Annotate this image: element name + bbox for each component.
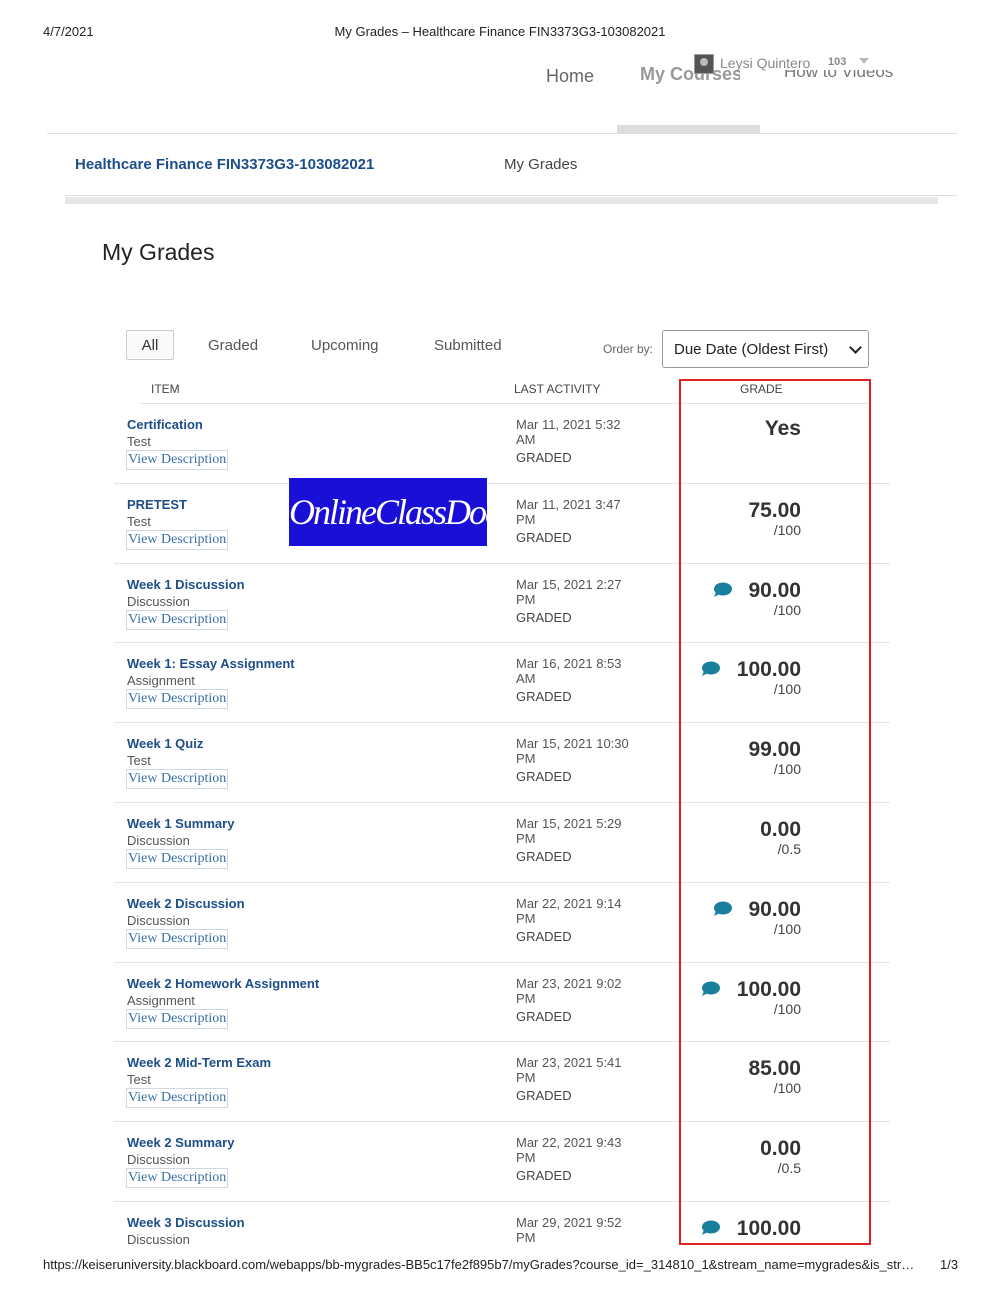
item-type: Discussion <box>127 1232 190 1247</box>
last-activity-date: Mar 11, 2021 3:47 <box>516 497 621 512</box>
divider <box>65 195 957 196</box>
item-type: Test <box>127 753 151 768</box>
last-activity-time: PM <box>516 512 536 527</box>
user-name[interactable]: Leysi Quintero <box>720 55 810 71</box>
last-activity-time: PM <box>516 1230 536 1245</box>
nav-active-indicator <box>617 125 760 133</box>
item-type: Discussion <box>127 913 190 928</box>
course-title[interactable]: Healthcare Finance FIN3373G3-103082021 <box>75 156 374 173</box>
item-name[interactable]: Week 2 Summary <box>127 1135 234 1150</box>
filter-upcoming-button[interactable]: Upcoming <box>311 337 379 354</box>
last-activity-date: Mar 15, 2021 2:27 <box>516 577 622 592</box>
view-description-link[interactable]: View Description <box>126 689 229 709</box>
grade-status: GRADED <box>516 1088 572 1103</box>
last-activity-time: PM <box>516 991 536 1006</box>
last-activity-date: Mar 22, 2021 9:14 <box>516 896 622 911</box>
column-header-item: ITEM <box>151 382 180 396</box>
last-activity-date: Mar 15, 2021 10:30 <box>516 736 629 751</box>
item-name[interactable]: Week 3 Discussion <box>127 1215 245 1230</box>
user-avatar-icon[interactable] <box>694 54 714 74</box>
last-activity-date: Mar 23, 2021 9:02 <box>516 976 622 991</box>
last-activity-time: PM <box>516 1150 536 1165</box>
breadcrumb: My Grades <box>504 156 578 173</box>
item-type: Test <box>127 434 151 449</box>
view-description-link[interactable]: View Description <box>126 849 229 869</box>
nav-home[interactable]: Home <box>546 66 594 87</box>
item-type: Test <box>127 514 151 529</box>
last-activity-time: AM <box>516 671 536 686</box>
last-activity-time: PM <box>516 911 536 926</box>
notification-count[interactable]: 103 <box>828 56 846 68</box>
grade-status: GRADED <box>516 689 572 704</box>
page-title: My Grades <box>102 239 215 265</box>
item-name[interactable]: Week 1 Summary <box>127 816 234 831</box>
grade-status: GRADED <box>516 610 572 625</box>
item-name[interactable]: Certification <box>127 417 203 432</box>
column-header-last-activity: LAST ACTIVITY <box>514 382 601 396</box>
last-activity-time: PM <box>516 751 536 766</box>
last-activity-time: PM <box>516 1070 536 1085</box>
grade-status: GRADED <box>516 929 572 944</box>
order-by-label: Order by: <box>603 342 654 356</box>
view-description-link[interactable]: View Description <box>126 1168 229 1188</box>
item-name[interactable]: Week 2 Homework Assignment <box>127 976 319 991</box>
last-activity-date: Mar 16, 2021 8:53 <box>516 656 622 671</box>
order-by-select[interactable]: Due Date (Oldest First) <box>662 330 869 368</box>
last-activity-date: Mar 11, 2021 5:32 <box>516 417 621 432</box>
item-name[interactable]: Week 1: Essay Assignment <box>127 656 295 671</box>
print-title: My Grades – Healthcare Finance FIN3373G3… <box>334 24 666 39</box>
order-by-value: Due Date (Oldest First) <box>674 341 829 358</box>
item-type: Assignment <box>127 673 195 688</box>
chevron-down-icon <box>849 341 862 354</box>
view-description-link[interactable]: View Description <box>126 530 229 550</box>
watermark-logo: OnlineClassDoer <box>289 478 513 546</box>
item-name[interactable]: Week 2 Discussion <box>127 896 245 911</box>
item-type: Discussion <box>127 594 190 609</box>
item-name[interactable]: PRETEST <box>127 497 187 512</box>
grade-status: GRADED <box>516 849 572 864</box>
last-activity-date: Mar 29, 2021 9:52 <box>516 1215 622 1230</box>
view-description-link[interactable]: View Description <box>126 929 229 949</box>
nav-how-to-videos[interactable]: How to Videos <box>784 70 893 83</box>
nav-how-to-videos-label: How to Videos <box>784 70 894 81</box>
view-description-link[interactable]: View Description <box>126 610 229 630</box>
grade-status: GRADED <box>516 450 572 465</box>
filter-submitted-button[interactable]: Submitted <box>434 337 502 354</box>
footer-page-number: 1/3 <box>940 1257 959 1272</box>
watermark-text: OnlineClassDoer <box>289 492 513 532</box>
last-activity-time: AM <box>516 432 536 447</box>
view-description-link[interactable]: View Description <box>126 769 229 789</box>
footer-url: https://keiseruniversity.blackboard.com/… <box>43 1257 915 1272</box>
item-name[interactable]: Week 2 Mid-Term Exam <box>127 1055 271 1070</box>
last-activity-date: Mar 22, 2021 9:43 <box>516 1135 622 1150</box>
last-activity-date: Mar 23, 2021 5:41 <box>516 1055 622 1070</box>
chevron-down-icon[interactable] <box>859 58 869 64</box>
item-type: Discussion <box>127 1152 190 1167</box>
filter-graded-button[interactable]: Graded <box>208 337 258 354</box>
grade-status: GRADED <box>516 1009 572 1024</box>
grade-status: GRADED <box>516 1168 572 1183</box>
item-name[interactable]: Week 1 Discussion <box>127 577 245 592</box>
grade-status: GRADED <box>516 769 572 784</box>
last-activity-date: Mar 15, 2021 5:29 <box>516 816 622 831</box>
item-type: Assignment <box>127 993 195 1008</box>
item-name[interactable]: Week 1 Quiz <box>127 736 203 751</box>
item-type: Test <box>127 1072 151 1087</box>
divider <box>47 133 957 134</box>
filter-all-button[interactable]: All <box>126 330 174 360</box>
view-description-link[interactable]: View Description <box>126 1009 229 1029</box>
view-description-link[interactable]: View Description <box>126 450 229 470</box>
header-shadow-bar <box>65 197 938 204</box>
view-description-link[interactable]: View Description <box>126 1088 229 1108</box>
last-activity-time: PM <box>516 831 536 846</box>
grade-status: GRADED <box>516 530 572 545</box>
item-type: Discussion <box>127 833 190 848</box>
grade-highlight-box <box>679 379 871 1245</box>
last-activity-time: PM <box>516 592 536 607</box>
